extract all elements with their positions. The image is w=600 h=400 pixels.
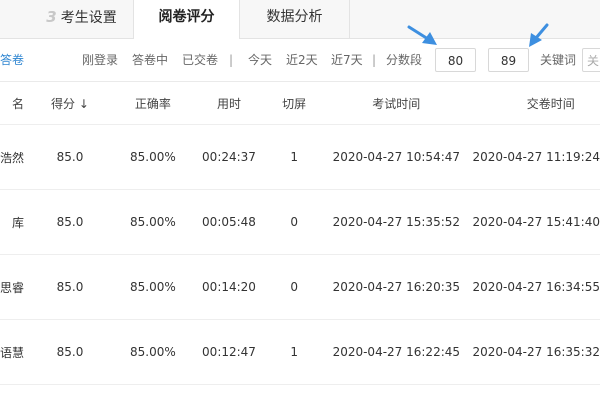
cell-submit-time: 2020-04-27 16:35:32 bbox=[472, 319, 600, 385]
tab-exam-settings[interactable]: 3 考生设置 bbox=[0, 0, 134, 38]
divider: | bbox=[372, 53, 377, 67]
answer-sheet-link[interactable]: 答卷 bbox=[0, 39, 24, 81]
cell-exam-time: 2020-04-27 10:54:47 bbox=[320, 124, 473, 190]
keyword-label: 关键词 bbox=[540, 53, 577, 67]
step-number: 3 bbox=[46, 8, 57, 26]
range-filter-2days[interactable]: 近2天 bbox=[286, 39, 318, 81]
column-score-label: 得分 bbox=[51, 96, 76, 111]
column-accuracy: 正确率 bbox=[115, 82, 190, 125]
cell-switch: 1 bbox=[268, 319, 321, 385]
divider: | bbox=[229, 53, 234, 67]
table-row[interactable]: 库 85.0 85.00% 00:05:48 0 2020-04-27 15:3… bbox=[0, 189, 600, 255]
cell-accuracy: 85.00% bbox=[115, 319, 190, 385]
column-duration: 用时 bbox=[189, 82, 269, 125]
score-min-input[interactable]: 80 bbox=[435, 48, 476, 72]
tab-label: 考生设置 bbox=[60, 10, 117, 26]
cell-switch: 0 bbox=[268, 189, 321, 255]
tab-data-analysis[interactable]: 数据分析 bbox=[240, 0, 350, 38]
cell-score: 85.0 bbox=[24, 189, 116, 255]
cell-score: 85.0 bbox=[24, 124, 116, 190]
cell-switch: 1 bbox=[268, 124, 321, 190]
cell-duration: 00:05:48 bbox=[189, 189, 269, 255]
cell-accuracy: 85.00% bbox=[115, 254, 190, 320]
table-row[interactable]: 思睿 85.0 85.00% 00:14:20 0 2020-04-27 16:… bbox=[0, 254, 600, 320]
column-name: 名 bbox=[0, 82, 25, 125]
cell-exam-time: 2020-04-27 15:35:52 bbox=[320, 189, 473, 255]
cell-score: 85.0 bbox=[24, 319, 116, 385]
keyword-input[interactable]: 关 bbox=[582, 48, 600, 72]
cell-submit-time: 2020-04-27 11:19:24 bbox=[472, 124, 600, 190]
sort-down-icon[interactable]: ↓ bbox=[79, 97, 89, 111]
column-score[interactable]: 得分 ↓ bbox=[24, 82, 116, 125]
range-filter-7days[interactable]: 近7天 bbox=[331, 39, 363, 81]
score-range-label: 分数段 bbox=[386, 53, 423, 67]
filter-bar: 答卷 刚登录 答卷中 已交卷 | 今天 近2天 近7天 | 分数段 80 89 … bbox=[0, 39, 600, 82]
status-filter-answering[interactable]: 答卷中 bbox=[132, 39, 168, 81]
table-header-row: 名 得分 ↓ 正确率 用时 切屏 考试时间 交卷时间 bbox=[0, 82, 600, 125]
column-switch: 切屏 bbox=[268, 82, 321, 125]
cell-name: 浩然 bbox=[0, 124, 25, 190]
cell-exam-time: 2020-04-27 16:22:45 bbox=[320, 319, 473, 385]
cell-duration: 00:14:20 bbox=[189, 254, 269, 320]
score-max-input[interactable]: 89 bbox=[488, 48, 529, 72]
column-exam-time: 考试时间 bbox=[320, 82, 473, 125]
results-table: 名 得分 ↓ 正确率 用时 切屏 考试时间 交卷时间 浩然 85.0 85.00… bbox=[0, 82, 600, 385]
column-submit-time: 交卷时间 bbox=[472, 82, 600, 125]
cell-submit-time: 2020-04-27 15:41:40 bbox=[472, 189, 600, 255]
table-row[interactable]: 语慧 85.0 85.00% 00:12:47 1 2020-04-27 16:… bbox=[0, 319, 600, 385]
range-filter-today[interactable]: 今天 bbox=[248, 39, 272, 81]
cell-accuracy: 85.00% bbox=[115, 124, 190, 190]
status-filter-logged-in[interactable]: 刚登录 bbox=[82, 39, 118, 81]
table-row[interactable]: 浩然 85.0 85.00% 00:24:37 1 2020-04-27 10:… bbox=[0, 124, 600, 190]
cell-submit-time: 2020-04-27 16:34:55 bbox=[472, 254, 600, 320]
cell-name: 思睿 bbox=[0, 254, 25, 320]
tab-bar: 3 考生设置 阅卷评分 数据分析 bbox=[0, 0, 600, 39]
cell-exam-time: 2020-04-27 16:20:35 bbox=[320, 254, 473, 320]
status-filter-submitted[interactable]: 已交卷 bbox=[182, 39, 218, 81]
cell-duration: 00:24:37 bbox=[189, 124, 269, 190]
tab-label: 数据分析 bbox=[266, 9, 323, 25]
cell-accuracy: 85.00% bbox=[115, 189, 190, 255]
cell-duration: 00:12:47 bbox=[189, 319, 269, 385]
cell-name: 语慧 bbox=[0, 319, 25, 385]
cell-switch: 0 bbox=[268, 254, 321, 320]
tab-label: 阅卷评分 bbox=[158, 9, 215, 25]
tab-grading[interactable]: 阅卷评分 bbox=[134, 0, 240, 39]
cell-name: 库 bbox=[0, 189, 25, 255]
cell-score: 85.0 bbox=[24, 254, 116, 320]
